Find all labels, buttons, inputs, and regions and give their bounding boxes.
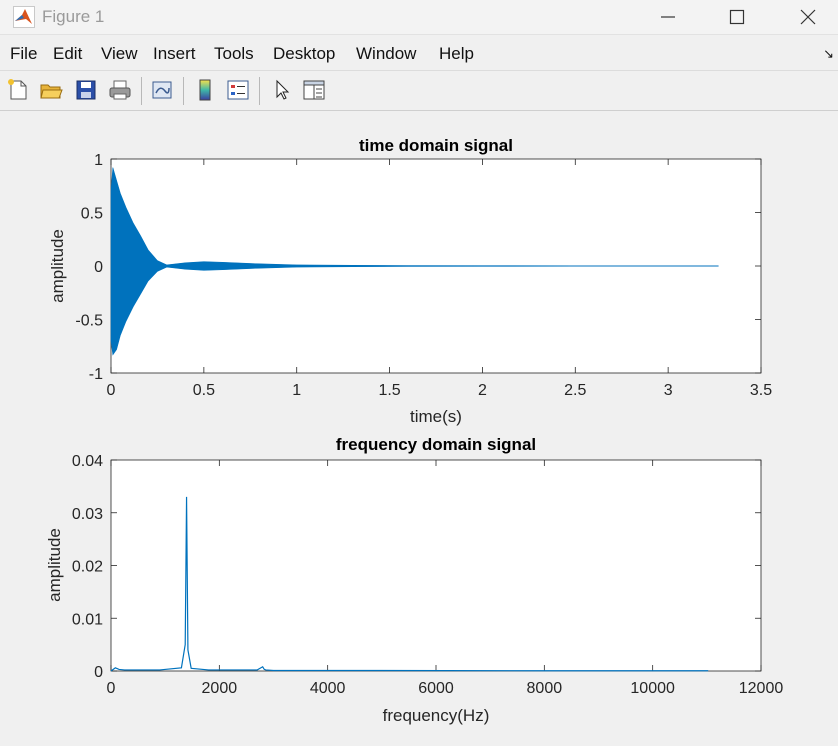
new-figure-button[interactable] <box>4 76 32 104</box>
property-inspector-button[interactable] <box>300 76 328 104</box>
menu-insert[interactable]: Insert <box>153 44 196 64</box>
time-x-axis-label: time(s) <box>410 407 462 426</box>
minimize-icon <box>661 16 675 18</box>
menu-desktop[interactable]: Desktop <box>273 44 335 64</box>
menu-window[interactable]: Window <box>356 44 416 64</box>
print-button[interactable] <box>106 76 134 104</box>
minimize-button[interactable] <box>640 0 696 34</box>
toolbar-separator <box>183 77 184 105</box>
y-tick-label: 0.04 <box>72 453 103 470</box>
link-plot-button[interactable] <box>148 76 176 104</box>
pointer-icon <box>276 79 290 100</box>
menu-view[interactable]: View <box>101 44 138 64</box>
y-tick-label: 0.5 <box>81 206 103 223</box>
frequency-domain-axes[interactable]: frequency domain signal 0 2000 4000 6000 800… <box>45 435 783 725</box>
window-titlebar: Figure 1 <box>0 0 838 35</box>
maximize-icon <box>729 9 745 25</box>
x-tick-label: 8000 <box>527 680 563 697</box>
x-tick-label: 3.5 <box>750 382 772 399</box>
y-tick-label: 0.03 <box>72 506 103 523</box>
insert-colorbar-button[interactable] <box>191 76 219 104</box>
freq-x-axis-label: frequency(Hz) <box>383 706 490 725</box>
insert-legend-button[interactable] <box>224 76 252 104</box>
x-tick-label: 2 <box>478 382 487 399</box>
menu-help[interactable]: Help <box>439 44 474 64</box>
x-tick-label: 0 <box>107 382 116 399</box>
print-icon <box>109 80 131 100</box>
pointer-button[interactable] <box>268 76 296 104</box>
x-tick-label: 0 <box>107 680 116 697</box>
y-tick-label: 1 <box>94 152 103 169</box>
close-button[interactable] <box>780 0 836 34</box>
x-tick-label: 3 <box>664 382 673 399</box>
x-tick-label: 2.5 <box>564 382 586 399</box>
x-tick-label: 1 <box>292 382 301 399</box>
x-tick-label: 1.5 <box>378 382 400 399</box>
open-file-button[interactable] <box>37 76 65 104</box>
new-figure-icon <box>8 79 27 100</box>
freq-axes-box <box>110 459 762 672</box>
menu-bar: File Edit View Insert Tools Desktop Wind… <box>0 36 838 71</box>
time-chart-title: time domain signal <box>359 136 513 155</box>
figure-toolbar <box>0 72 838 111</box>
toolbar-separator <box>259 77 260 105</box>
freq-y-axis-label: amplitude <box>45 528 64 602</box>
x-tick-label: 0.5 <box>193 382 215 399</box>
y-tick-label: 0.01 <box>72 611 103 628</box>
time-domain-axes[interactable]: time domain signal 0 0.5 1 1.5 2 2.5 3 3.5 1 0.5 0… <box>48 136 772 426</box>
maximize-button[interactable] <box>709 0 765 34</box>
matlab-logo-icon <box>13 6 35 28</box>
x-tick-label: 2000 <box>202 680 238 697</box>
insert-colorbar-icon <box>199 79 211 101</box>
menu-file[interactable]: File <box>10 44 37 64</box>
y-tick-label: -1 <box>89 366 103 383</box>
x-tick-label: 4000 <box>310 680 346 697</box>
time-y-axis-label: amplitude <box>48 229 67 303</box>
plots-svg: time domain signal 0 0.5 1 1.5 2 2.5 3 3.5 1 0.5 0… <box>45 136 783 725</box>
toolbar-separator <box>141 77 142 105</box>
freq-chart-title: frequency domain signal <box>336 435 536 454</box>
figure-canvas: time domain signal 0 0.5 1 1.5 2 2.5 3 3.5 1 0.5 0… <box>0 111 838 741</box>
save-button[interactable] <box>72 76 100 104</box>
x-tick-label: 10000 <box>630 680 675 697</box>
y-tick-label: 0 <box>94 259 103 276</box>
link-plot-icon <box>152 81 172 99</box>
close-icon <box>800 9 816 25</box>
y-tick-label: -0.5 <box>75 313 103 330</box>
insert-legend-icon <box>227 80 249 100</box>
save-icon <box>76 80 96 100</box>
window-title: Figure 1 <box>42 7 105 26</box>
dock-arrow-icon[interactable]: ↘ <box>823 46 834 62</box>
menu-tools[interactable]: Tools <box>214 44 254 64</box>
x-tick-label: 12000 <box>739 680 784 697</box>
open-file-icon <box>40 84 63 99</box>
menu-edit[interactable]: Edit <box>53 44 82 64</box>
property-inspector-icon <box>303 80 325 100</box>
y-tick-label: 0 <box>94 664 103 681</box>
y-tick-label: 0.02 <box>72 559 103 576</box>
x-tick-label: 6000 <box>418 680 454 697</box>
